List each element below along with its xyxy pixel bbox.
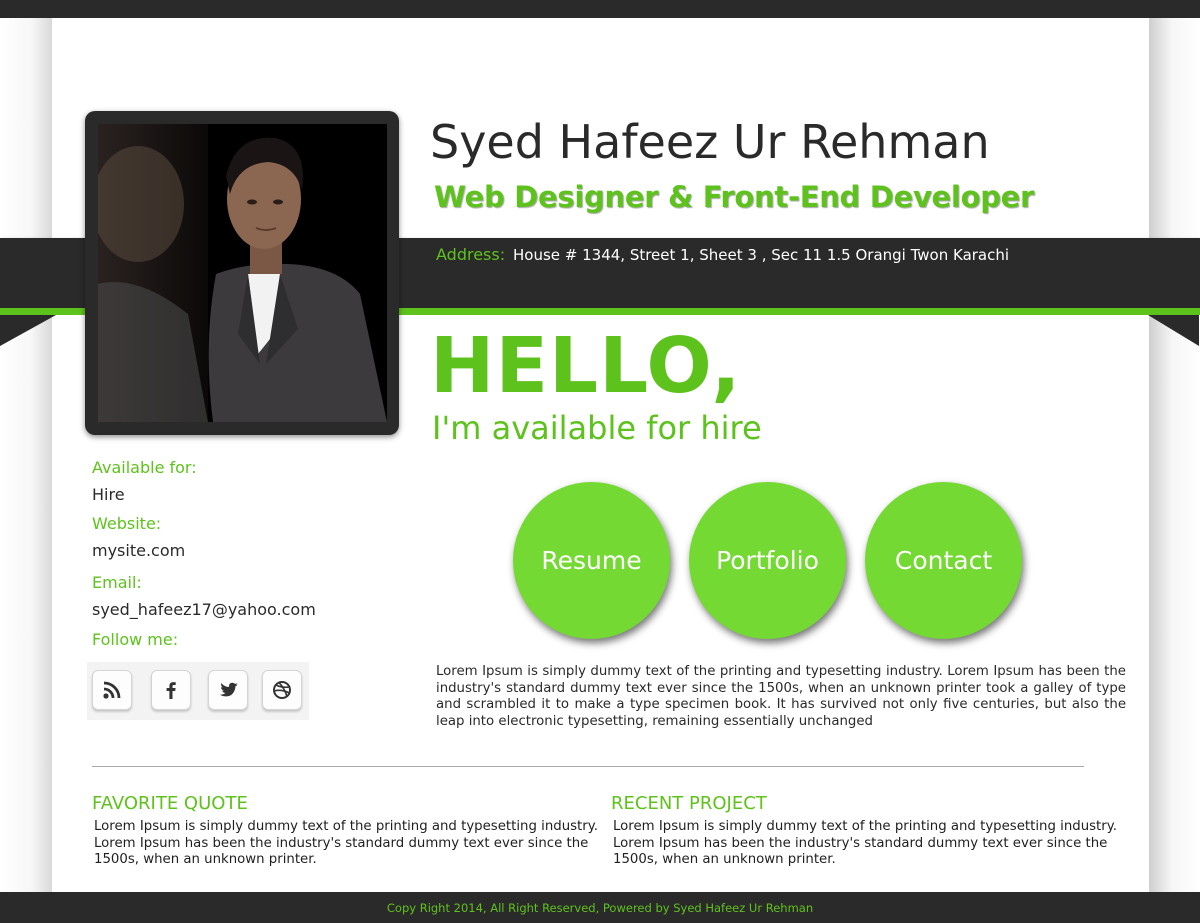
available-value: Hire	[92, 485, 125, 504]
follow-label: Follow me:	[92, 630, 179, 649]
favorite-quote-body: Lorem Ipsum is simply dummy text of the …	[94, 819, 598, 867]
rss-icon	[103, 681, 121, 699]
hire-subtitle: I'm available for hire	[432, 409, 762, 447]
facebook-icon	[166, 682, 176, 699]
profile-role: Web Designer & Front-End Developer	[434, 180, 1035, 214]
footer: Copy Right 2014, All Right Reserved, Pow…	[0, 892, 1200, 923]
address-label: Address:	[436, 245, 506, 264]
hello-heading: HELLO,	[430, 322, 742, 411]
social-links	[87, 662, 309, 720]
website-value[interactable]: mysite.com	[92, 541, 185, 560]
website-label: Website:	[92, 514, 162, 533]
profile-name: Syed Hafeez Ur Rehman	[430, 115, 990, 169]
facebook-button[interactable]	[151, 670, 191, 710]
intro-paragraph: Lorem Ipsum is simply dummy text of the …	[436, 664, 1126, 729]
contact-button[interactable]: Contact	[865, 482, 1022, 639]
footer-copyright: Copy Right 2014, All Right Reserved, Pow…	[386, 900, 814, 915]
dribbble-icon	[273, 681, 291, 699]
favorite-quote-title: FAVORITE QUOTE	[92, 793, 248, 814]
ribbon-fold-left	[0, 315, 56, 346]
email-value[interactable]: syed_hafeez17@yahoo.com	[92, 600, 316, 619]
email-label: Email:	[92, 573, 142, 592]
resume-button[interactable]: Resume	[513, 482, 670, 639]
recent-project-title: RECENT PROJECT	[611, 793, 767, 814]
twitter-icon	[219, 682, 238, 697]
recent-project-body: Lorem Ipsum is simply dummy text of the …	[613, 819, 1117, 867]
page-shadow-left	[0, 18, 52, 892]
rss-button[interactable]	[92, 670, 132, 710]
ribbon-fold-right	[1148, 315, 1199, 346]
page-shadow-right	[1149, 18, 1200, 892]
available-label: Available for:	[92, 458, 197, 477]
profile-photo	[98, 124, 387, 422]
dribbble-button[interactable]	[262, 670, 302, 710]
portfolio-button[interactable]: Portfolio	[689, 482, 846, 639]
portrait-image	[98, 124, 387, 422]
section-divider	[92, 766, 1084, 767]
address-value: House # 1344, Street 1, Sheet 3 , Sec 11…	[513, 246, 1010, 264]
twitter-button[interactable]	[208, 670, 248, 710]
top-bar	[0, 0, 1200, 18]
profile-photo-frame	[85, 111, 399, 435]
